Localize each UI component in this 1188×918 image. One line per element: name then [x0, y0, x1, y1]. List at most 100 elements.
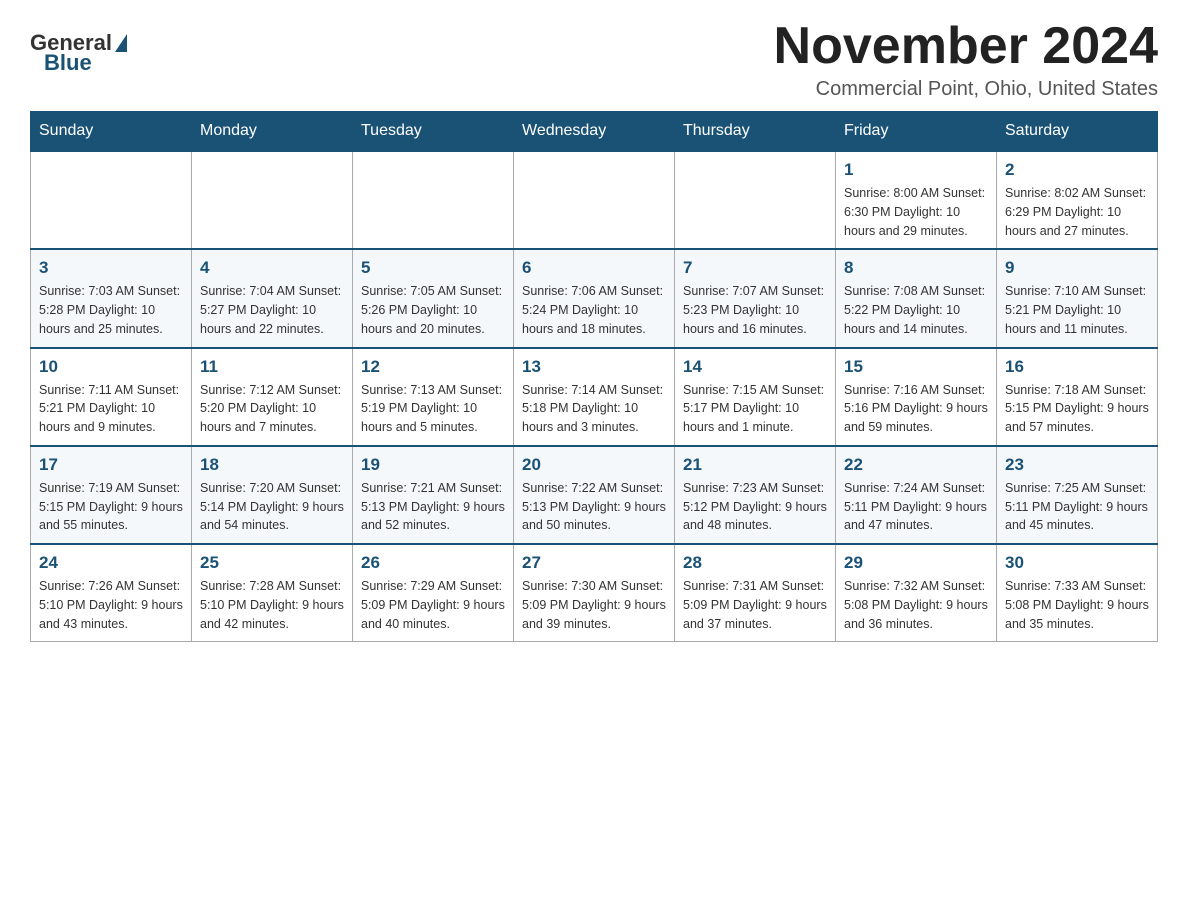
calendar-cell-w4-d6: 22Sunrise: 7:24 AM Sunset: 5:11 PM Dayli…: [836, 446, 997, 544]
header-sunday: Sunday: [31, 112, 192, 152]
day-number: 15: [844, 357, 988, 377]
calendar-cell-w5-d6: 29 Sunrise: 7:32 AM Sunset: 5:08 PM Dayli…: [836, 544, 997, 642]
day-info: Sunrise: 7:06 AM Sunset: 5:24 PM Dayligh…: [522, 282, 666, 338]
day-info: Sunrise: 7:07 AM Sunset: 5:23 PM Dayligh…: [683, 282, 827, 338]
calendar-cell-w3-d7: 16 Sunrise: 7:18 AM Sunset: 5:15 PM Dayli…: [997, 348, 1158, 446]
logo-triangle-icon: [115, 34, 127, 52]
calendar-cell-w5-d3: 26Sunrise: 7:29 AM Sunset: 5:09 PM Dayli…: [353, 544, 514, 642]
day-info: Sunrise: 8:00 AM Sunset: 6:30 PM Dayligh…: [844, 184, 988, 240]
day-info: Sunrise: 7:31 AM Sunset: 5:09 PM Dayligh…: [683, 577, 827, 633]
calendar-cell-w3-d5: 14 Sunrise: 7:15 AM Sunset: 5:17 PM Dayli…: [675, 348, 836, 446]
day-info: Sunrise: 7:15 AM Sunset: 5:17 PM Dayligh…: [683, 381, 827, 437]
day-number: 28: [683, 553, 827, 573]
day-number: 16: [1005, 357, 1149, 377]
day-number: 14: [683, 357, 827, 377]
calendar-cell-w1-d2: [192, 151, 353, 249]
day-info: Sunrise: 7:11 AM Sunset: 5:21 PM Dayligh…: [39, 381, 183, 437]
day-number: 18: [200, 455, 344, 475]
calendar-cell-w1-d3: [353, 151, 514, 249]
calendar-cell-w1-d4: [514, 151, 675, 249]
day-info: Sunrise: 7:23 AM Sunset: 5:12 PM Dayligh…: [683, 479, 827, 535]
day-info: Sunrise: 7:22 AM Sunset: 5:13 PM Dayligh…: [522, 479, 666, 535]
header-tuesday: Tuesday: [353, 112, 514, 152]
day-number: 11: [200, 357, 344, 377]
calendar-cell-w1-d6: 1 Sunrise: 8:00 AM Sunset: 6:30 PM Daylig…: [836, 151, 997, 249]
day-number: 30: [1005, 553, 1149, 573]
day-info: Sunrise: 7:26 AM Sunset: 5:10 PM Dayligh…: [39, 577, 183, 633]
day-number: 2: [1005, 160, 1149, 180]
day-info: Sunrise: 7:28 AM Sunset: 5:10 PM Dayligh…: [200, 577, 344, 633]
calendar-cell-w5-d2: 25 Sunrise: 7:28 AM Sunset: 5:10 PM Dayli…: [192, 544, 353, 642]
day-info: Sunrise: 7:03 AM Sunset: 5:28 PM Dayligh…: [39, 282, 183, 338]
calendar-cell-w2-d4: 6 Sunrise: 7:06 AM Sunset: 5:24 PM Daylig…: [514, 249, 675, 347]
calendar-cell-w2-d3: 5 Sunrise: 7:05 AM Sunset: 5:26 PM Daylig…: [353, 249, 514, 347]
day-number: 5: [361, 258, 505, 278]
day-number: 29: [844, 553, 988, 573]
header-saturday: Saturday: [997, 112, 1158, 152]
day-info: Sunrise: 7:21 AM Sunset: 5:13 PM Dayligh…: [361, 479, 505, 535]
day-number: 23: [1005, 455, 1149, 475]
logo-blue-text: Blue: [44, 50, 92, 76]
day-number: 24: [39, 553, 183, 573]
location-subtitle: Commercial Point, Ohio, United States: [774, 78, 1158, 101]
day-info: Sunrise: 7:18 AM Sunset: 5:15 PM Dayligh…: [1005, 381, 1149, 437]
calendar-cell-w4-d5: 21 Sunrise: 7:23 AM Sunset: 5:12 PM Dayli…: [675, 446, 836, 544]
calendar-table: Sunday Monday Tuesday Wednesday Thursday…: [30, 111, 1158, 642]
day-number: 3: [39, 258, 183, 278]
day-number: 8: [844, 258, 988, 278]
week-row-4: 17Sunrise: 7:19 AM Sunset: 5:15 PM Dayli…: [31, 446, 1158, 544]
calendar-cell-w3-d3: 12 Sunrise: 7:13 AM Sunset: 5:19 PM Dayli…: [353, 348, 514, 446]
calendar-cell-w5-d4: 27Sunrise: 7:30 AM Sunset: 5:09 PM Dayli…: [514, 544, 675, 642]
day-number: 13: [522, 357, 666, 377]
day-info: Sunrise: 7:13 AM Sunset: 5:19 PM Dayligh…: [361, 381, 505, 437]
day-info: Sunrise: 7:16 AM Sunset: 5:16 PM Dayligh…: [844, 381, 988, 437]
calendar-cell-w5-d1: 24 Sunrise: 7:26 AM Sunset: 5:10 PM Dayli…: [31, 544, 192, 642]
day-number: 26: [361, 553, 505, 573]
calendar-cell-w2-d5: 7 Sunrise: 7:07 AM Sunset: 5:23 PM Daylig…: [675, 249, 836, 347]
calendar-cell-w3-d4: 13 Sunrise: 7:14 AM Sunset: 5:18 PM Dayli…: [514, 348, 675, 446]
day-info: Sunrise: 7:08 AM Sunset: 5:22 PM Dayligh…: [844, 282, 988, 338]
calendar-cell-w4-d7: 23 Sunrise: 7:25 AM Sunset: 5:11 PM Dayli…: [997, 446, 1158, 544]
day-number: 7: [683, 258, 827, 278]
day-number: 9: [1005, 258, 1149, 278]
header-thursday: Thursday: [675, 112, 836, 152]
day-number: 21: [683, 455, 827, 475]
day-number: 25: [200, 553, 344, 573]
day-number: 6: [522, 258, 666, 278]
day-info: Sunrise: 7:24 AM Sunset: 5:11 PM Dayligh…: [844, 479, 988, 535]
calendar-cell-w1-d1: [31, 151, 192, 249]
calendar-cell-w2-d6: 8 Sunrise: 7:08 AM Sunset: 5:22 PM Daylig…: [836, 249, 997, 347]
header-wednesday: Wednesday: [514, 112, 675, 152]
day-number: 20: [522, 455, 666, 475]
weekday-header-row: Sunday Monday Tuesday Wednesday Thursday…: [31, 112, 1158, 152]
week-row-5: 24 Sunrise: 7:26 AM Sunset: 5:10 PM Dayli…: [31, 544, 1158, 642]
calendar-cell-w1-d5: [675, 151, 836, 249]
page-header: General Blue November 2024 Commercial Po…: [30, 20, 1158, 101]
calendar-cell-w2-d2: 4 Sunrise: 7:04 AM Sunset: 5:27 PM Daylig…: [192, 249, 353, 347]
day-info: Sunrise: 7:14 AM Sunset: 5:18 PM Dayligh…: [522, 381, 666, 437]
calendar-cell-w2-d7: 9 Sunrise: 7:10 AM Sunset: 5:21 PM Daylig…: [997, 249, 1158, 347]
day-info: Sunrise: 7:04 AM Sunset: 5:27 PM Dayligh…: [200, 282, 344, 338]
logo: General Blue: [30, 20, 130, 76]
day-number: 4: [200, 258, 344, 278]
calendar-cell-w2-d1: 3 Sunrise: 7:03 AM Sunset: 5:28 PM Daylig…: [31, 249, 192, 347]
calendar-cell-w4-d3: 19 Sunrise: 7:21 AM Sunset: 5:13 PM Dayli…: [353, 446, 514, 544]
day-info: Sunrise: 7:20 AM Sunset: 5:14 PM Dayligh…: [200, 479, 344, 535]
day-number: 10: [39, 357, 183, 377]
week-row-2: 3 Sunrise: 7:03 AM Sunset: 5:28 PM Daylig…: [31, 249, 1158, 347]
day-info: Sunrise: 7:33 AM Sunset: 5:08 PM Dayligh…: [1005, 577, 1149, 633]
day-info: Sunrise: 7:32 AM Sunset: 5:08 PM Dayligh…: [844, 577, 988, 633]
calendar-cell-w4-d1: 17Sunrise: 7:19 AM Sunset: 5:15 PM Dayli…: [31, 446, 192, 544]
calendar-cell-w3-d2: 11Sunrise: 7:12 AM Sunset: 5:20 PM Dayli…: [192, 348, 353, 446]
week-row-3: 10 Sunrise: 7:11 AM Sunset: 5:21 PM Dayli…: [31, 348, 1158, 446]
day-info: Sunrise: 7:25 AM Sunset: 5:11 PM Dayligh…: [1005, 479, 1149, 535]
calendar-cell-w5-d5: 28 Sunrise: 7:31 AM Sunset: 5:09 PM Dayli…: [675, 544, 836, 642]
calendar-cell-w3-d1: 10 Sunrise: 7:11 AM Sunset: 5:21 PM Dayli…: [31, 348, 192, 446]
day-info: Sunrise: 7:10 AM Sunset: 5:21 PM Dayligh…: [1005, 282, 1149, 338]
day-number: 12: [361, 357, 505, 377]
day-number: 1: [844, 160, 988, 180]
header-friday: Friday: [836, 112, 997, 152]
day-info: Sunrise: 7:05 AM Sunset: 5:26 PM Dayligh…: [361, 282, 505, 338]
day-number: 19: [361, 455, 505, 475]
header-monday: Monday: [192, 112, 353, 152]
